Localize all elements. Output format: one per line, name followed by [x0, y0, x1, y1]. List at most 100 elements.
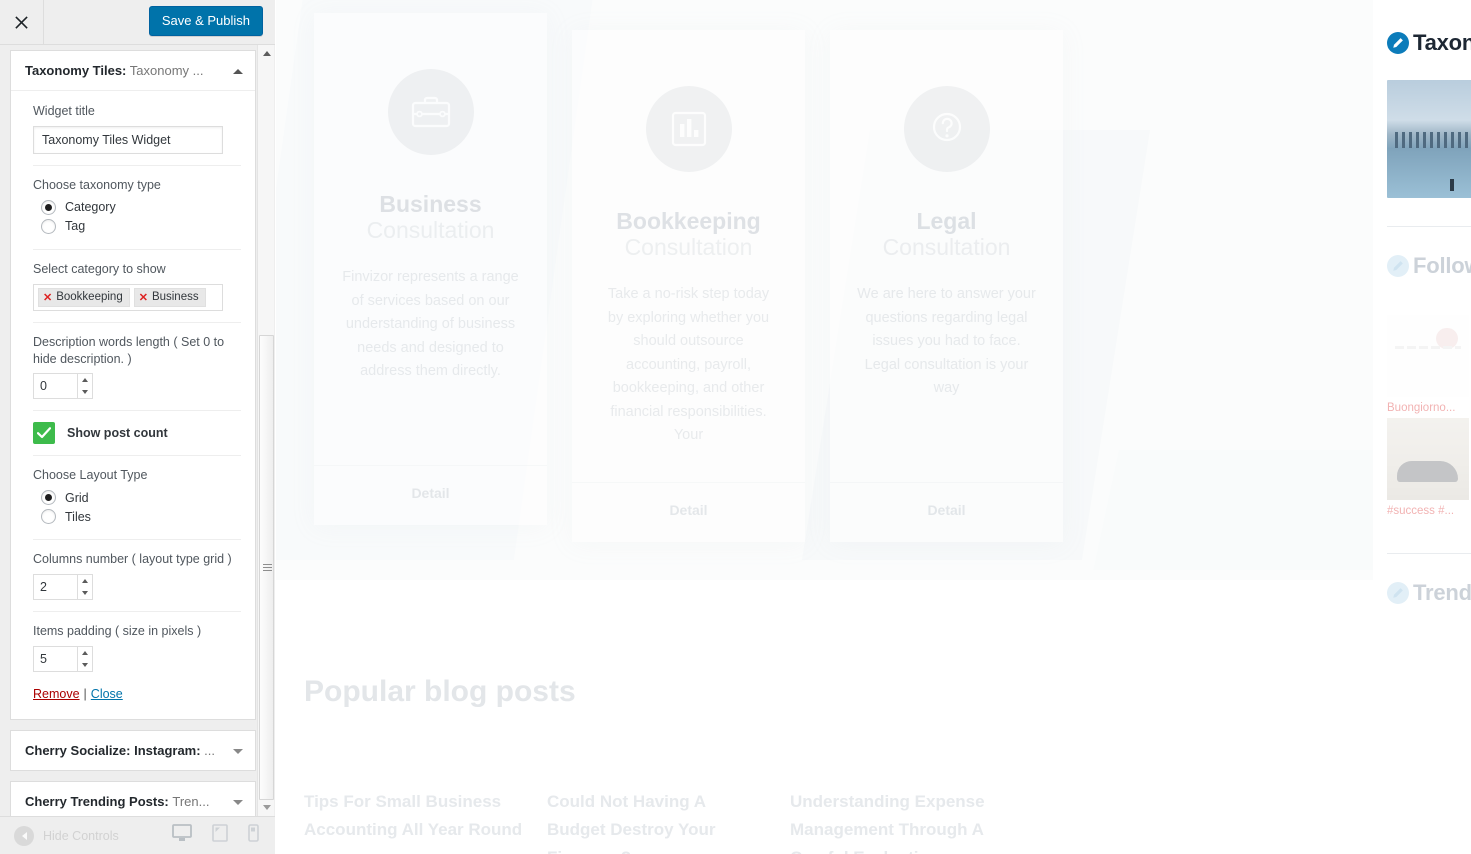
city-skyline-photo[interactable]: [1387, 80, 1471, 198]
show-post-count-label: Show post count: [67, 426, 168, 441]
remove-widget-link[interactable]: Remove: [33, 687, 80, 701]
scroll-down-icon[interactable]: [258, 799, 275, 816]
tile-icon-wrap: [645, 86, 732, 172]
collapse-arrow-icon: [14, 825, 34, 846]
widget-title-strong: Taxonomy Tiles:: [25, 63, 127, 78]
close-widget-link[interactable]: Close: [91, 687, 123, 701]
bar-chart-icon-glyph: [671, 111, 706, 147]
pencil-icon[interactable]: [1387, 255, 1409, 277]
tile-subtitle: Consultation: [882, 234, 1011, 261]
remove-token-icon[interactable]: ✕: [139, 291, 148, 304]
chevron-down-icon[interactable]: [233, 748, 243, 754]
service-tile[interactable]: Bookkeeping Consultation Take a no-risk …: [572, 30, 805, 542]
briefcase-icon: [387, 69, 474, 155]
description-words-stepper[interactable]: [33, 373, 93, 400]
token-bookkeeping[interactable]: ✕ Bookkeeping: [38, 287, 130, 307]
stepper-up-icon[interactable]: [78, 374, 92, 386]
save-and-publish-button[interactable]: Save & Publish: [148, 6, 263, 36]
columns-number-label: Columns number ( layout type grid ): [33, 552, 232, 567]
tile-detail-link[interactable]: Detail: [830, 482, 1063, 542]
radio-tiles[interactable]: Tiles: [41, 509, 241, 525]
field-widget-title: Widget title: [33, 103, 241, 165]
tile-detail-link[interactable]: Detail: [572, 482, 805, 542]
radio-grid[interactable]: Grid: [41, 490, 241, 506]
widget-header-instagram[interactable]: Cherry Socialize: Instagram: ...: [11, 731, 255, 770]
radio-category[interactable]: Category: [41, 199, 241, 215]
stepper-down-icon[interactable]: [78, 386, 92, 398]
items-padding-stepper[interactable]: [33, 646, 93, 672]
token-business[interactable]: ✕ Business: [133, 287, 206, 307]
widget-panel-taxonomy-tiles: Taxonomy Tiles: Taxonomy ... Widget titl…: [10, 50, 256, 720]
columns-number-stepper[interactable]: [33, 574, 93, 601]
tile-detail-link[interactable]: Detail: [314, 465, 547, 525]
widget-trending-posts: Trending Posts: [1373, 554, 1471, 606]
stepper-buttons[interactable]: [77, 574, 93, 601]
blog-post-item[interactable]: Understanding Expense Management Through…: [790, 788, 1033, 854]
stepper-buttons[interactable]: [77, 373, 93, 400]
service-tile[interactable]: Business Consultation Finvizor represent…: [314, 13, 547, 525]
pencil-icon[interactable]: [1387, 582, 1409, 604]
blog-post-title: Could Not Having A Budget Destroy Your F…: [547, 792, 716, 854]
blog-post-item[interactable]: Tips For Small Business Accounting All Y…: [304, 788, 547, 854]
popular-blog-posts-heading: Popular blog posts: [304, 675, 576, 708]
items-padding-input[interactable]: [33, 646, 77, 672]
instagram-item[interactable]: #success #...: [1387, 418, 1471, 531]
customizer-header: Save & Publish: [0, 0, 275, 45]
hide-controls-button[interactable]: Hide Controls: [14, 825, 119, 846]
blog-post-title: Understanding Expense Management Through…: [790, 792, 985, 854]
radio-tag[interactable]: Tag: [41, 218, 241, 234]
service-tile[interactable]: Legal Consultation We are here to answer…: [830, 30, 1063, 542]
stepper-buttons[interactable]: [77, 646, 93, 672]
widget-title-label: Widget title: [33, 104, 95, 118]
check-icon: [37, 427, 51, 439]
show-post-count-row[interactable]: Show post count: [33, 422, 241, 445]
sidebar-scrollbar[interactable]: [257, 45, 274, 816]
pencil-icon[interactable]: [1387, 32, 1409, 54]
chevron-down-icon[interactable]: [233, 799, 243, 805]
instagram-item[interactable]: Buongiorno...: [1387, 315, 1471, 414]
stepper-up-icon[interactable]: [78, 647, 92, 659]
tile-icon-wrap: [903, 86, 990, 172]
customizer-footer: Hide Controls: [0, 816, 275, 854]
question-mark-icon: [903, 86, 990, 172]
widgets-list: Taxonomy Tiles: Taxonomy ... Widget titl…: [10, 50, 256, 854]
field-description-words: Description words length ( Set 0 to hide…: [33, 321, 241, 411]
category-token-input[interactable]: ✕ Bookkeeping ✕ Business: [33, 283, 223, 311]
scrollbar-thumb[interactable]: [259, 335, 274, 800]
popular-blog-posts-list: Tips For Small Business Accounting All Y…: [304, 788, 1033, 854]
tile-icon-wrap: [387, 69, 474, 155]
remove-token-icon[interactable]: ✕: [43, 291, 52, 304]
stepper-up-icon[interactable]: [78, 575, 92, 587]
mobile-icon[interactable]: [248, 824, 259, 847]
columns-number-input[interactable]: [33, 574, 77, 601]
widget-header-taxonomy-tiles[interactable]: Taxonomy Tiles: Taxonomy ...: [11, 51, 255, 91]
tablet-icon[interactable]: [212, 824, 228, 847]
taxonomy-type-label: Choose taxonomy type: [33, 177, 161, 192]
chevron-up-icon[interactable]: [233, 68, 243, 74]
blog-post-item[interactable]: Could Not Having A Budget Destroy Your F…: [547, 788, 790, 854]
widget-title-input[interactable]: [33, 125, 223, 154]
description-words-input[interactable]: [33, 373, 77, 400]
tablet-icon-glyph: [212, 824, 228, 842]
radio-tiles-input[interactable]: [41, 509, 56, 525]
black-car-photo: [1387, 418, 1469, 500]
document-photo: [1387, 315, 1469, 397]
show-post-count-checkbox[interactable]: [33, 422, 55, 445]
stepper-down-icon[interactable]: [78, 659, 92, 671]
radio-tag-input[interactable]: [41, 218, 56, 234]
stepper-down-icon[interactable]: [78, 587, 92, 599]
scroll-up-icon[interactable]: [258, 45, 275, 62]
radio-grid-label: Grid: [65, 490, 89, 505]
mobile-icon-glyph: [248, 824, 259, 842]
radio-category-input[interactable]: [41, 199, 56, 215]
field-items-padding: Items padding ( size in pixels ): [33, 611, 241, 683]
tile-title: Legal: [916, 208, 977, 234]
radio-grid-input[interactable]: [41, 490, 56, 506]
widget-heading-taxonomy-tiles: Taxonomy Tiles Widget: [1387, 30, 1471, 56]
bar-chart-icon: [645, 86, 732, 172]
widget-title-strong: Cherry Socialize: Instagram:: [25, 743, 205, 758]
field-columns-number: Columns number ( layout type grid ): [33, 539, 241, 611]
close-icon[interactable]: [0, 0, 44, 44]
desktop-icon[interactable]: [172, 824, 192, 847]
pencil-icon-glyph: [1393, 261, 1403, 271]
